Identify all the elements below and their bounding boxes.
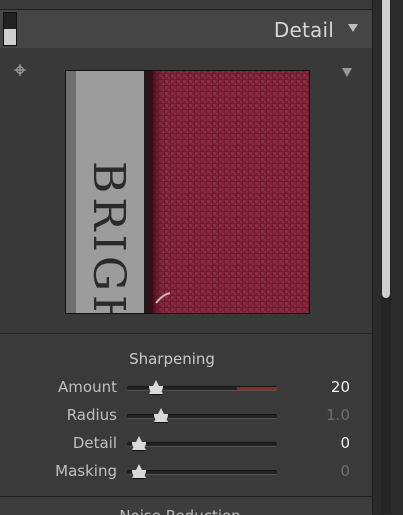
- masking-slider-track[interactable]: [127, 464, 277, 478]
- masking-label: Masking: [55, 462, 117, 480]
- masking-slider-row[interactable]: Masking 0: [0, 462, 372, 482]
- masking-value[interactable]: 0: [340, 462, 350, 480]
- amount-label: Amount: [58, 378, 117, 396]
- masking-slider-thumb[interactable]: [132, 464, 146, 478]
- noise-reduction-header[interactable]: Noise Reduction: [0, 496, 372, 515]
- detail-label: Detail: [72, 434, 117, 452]
- sharpening-title: Sharpening: [129, 350, 215, 368]
- radius-label: Radius: [66, 406, 117, 424]
- amount-accent: [237, 387, 277, 390]
- detail-slider-track[interactable]: [127, 436, 277, 450]
- panel-scrollbar[interactable]: [381, 0, 391, 514]
- amount-slider-track[interactable]: [127, 380, 277, 394]
- detail-zoom-area: BRIGH: [0, 48, 372, 334]
- target-crosshair-icon[interactable]: [14, 64, 26, 76]
- triangle-down-icon[interactable]: [342, 68, 352, 77]
- detail-slider-thumb[interactable]: [132, 436, 146, 450]
- radius-slider-thumb[interactable]: [154, 408, 169, 422]
- amount-slider-thumb[interactable]: [148, 380, 163, 394]
- sharpening-section: Sharpening Amount 20 Radius 1.0 Detail 0…: [0, 334, 372, 496]
- radius-slider-row[interactable]: Radius 1.0: [0, 406, 372, 426]
- preview-text: BRIGH: [83, 161, 134, 313]
- amount-slider-row[interactable]: Amount 20: [0, 378, 372, 398]
- amount-value[interactable]: 20: [331, 378, 350, 396]
- panel-title: Detail: [273, 18, 334, 42]
- detail-panel-header[interactable]: Detail: [0, 9, 372, 49]
- radius-value[interactable]: 1.0: [326, 406, 350, 424]
- detail-slider-row[interactable]: Detail 0: [0, 434, 372, 454]
- zoom-preview-image[interactable]: BRIGH: [65, 70, 310, 314]
- detail-value[interactable]: 0: [340, 434, 350, 452]
- radius-slider-track[interactable]: [127, 408, 277, 422]
- triangle-down-icon[interactable]: [348, 24, 358, 32]
- scrollbar-thumb[interactable]: [382, 0, 390, 298]
- panel-switch-icon[interactable]: [3, 12, 17, 46]
